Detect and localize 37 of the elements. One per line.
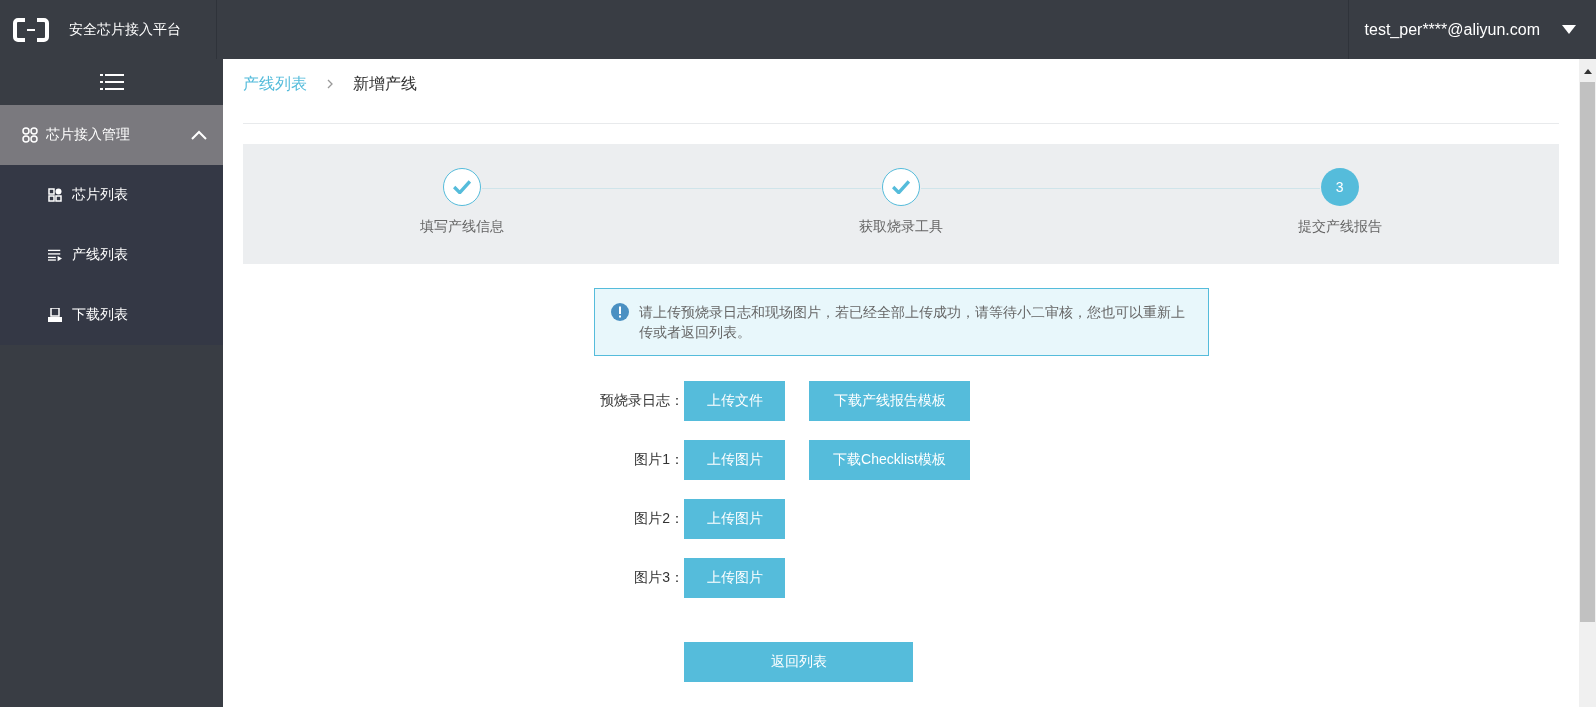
four-circles-icon (22, 127, 38, 143)
chevron-right-icon (327, 79, 333, 89)
step-label: 填写产线信息 (420, 218, 505, 236)
field-label: 预烧录日志： (599, 392, 684, 410)
breadcrumb-current: 新增产线 (353, 73, 417, 94)
printer-icon (48, 308, 62, 322)
check-icon (892, 180, 910, 194)
breadcrumb-link[interactable]: 产线列表 (243, 73, 307, 95)
caret-icon (1562, 25, 1576, 34)
app-title: 安全芯片接入平台 (69, 20, 181, 39)
exclamation-icon (610, 303, 629, 321)
sidebar-item[interactable]: 下载列表 (0, 285, 223, 345)
field-label: 图片1： (633, 451, 684, 469)
step-label: 提交产线报告 (1297, 218, 1382, 236)
scroll-up-icon[interactable] (1583, 69, 1592, 74)
alert-text: 请上传预烧录日志和现场图片，若已经全部上传成功，请等待小二审核，您也可以重新上传或者返回列表。 (638, 303, 1186, 342)
upload-button[interactable]: 上传图片 (684, 440, 785, 480)
upload-button[interactable]: 下载产线报告模板 (809, 381, 970, 421)
list-icon (48, 248, 62, 262)
sidebar-item[interactable]: 产线列表 (0, 225, 223, 285)
check-icon (453, 180, 472, 194)
chevron-icon (191, 130, 207, 140)
step-label: 获取烧录工具 (859, 218, 943, 236)
field-label: 图片2： (633, 510, 684, 528)
upload-button[interactable]: 上传图片 (684, 499, 785, 539)
menu-icon[interactable] (99, 74, 124, 90)
step-indicator: 3 (1320, 168, 1359, 206)
logo-icon (13, 17, 49, 42)
menu-group[interactable]: 芯片接入管理 (0, 105, 223, 165)
upload-button[interactable]: 下载Checklist模板 (809, 440, 970, 480)
grid-icon (48, 188, 62, 202)
back-button[interactable]: 返回列表 (684, 642, 913, 682)
upload-button[interactable]: 上传图片 (684, 558, 785, 598)
field-label: 图片3： (633, 569, 684, 587)
upload-button[interactable]: 上传文件 (684, 381, 785, 421)
sidebar-item[interactable]: 芯片列表 (0, 165, 223, 225)
scrollbar[interactable] (1579, 59, 1596, 707)
